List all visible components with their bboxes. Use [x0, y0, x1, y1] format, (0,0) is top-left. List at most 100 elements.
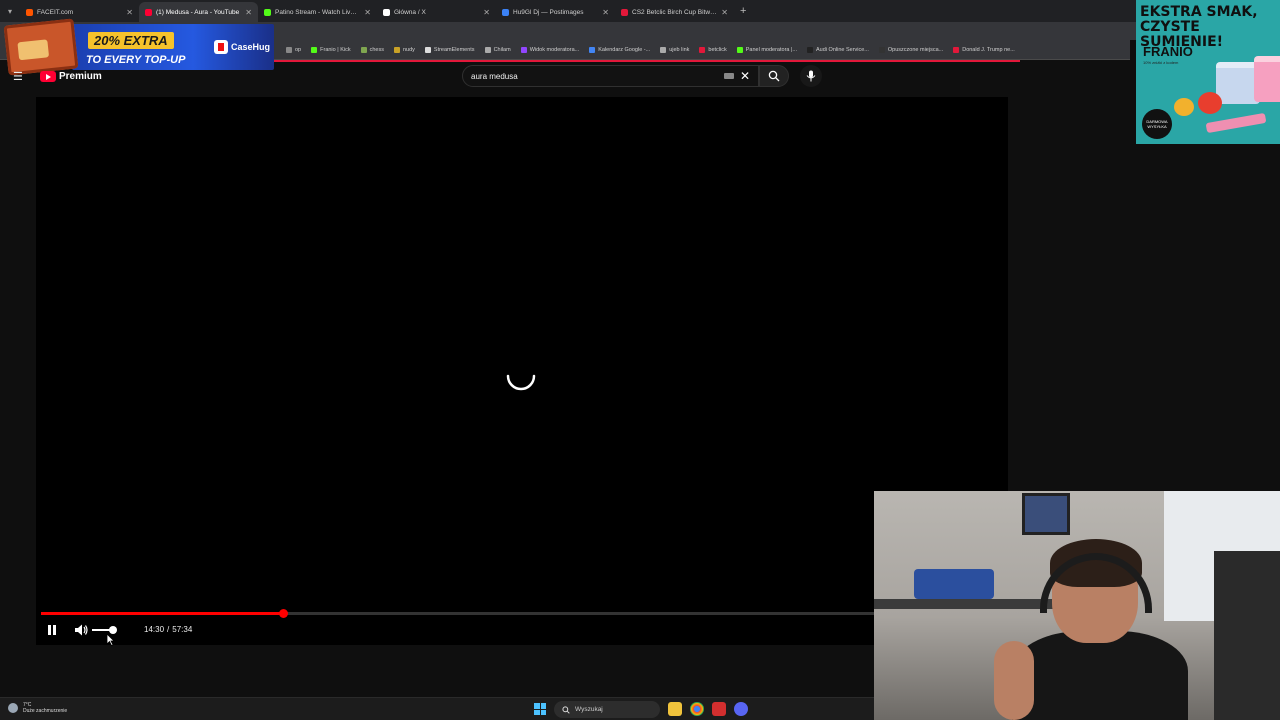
chrome-icon[interactable] [690, 702, 704, 716]
bookmark-favicon-icon [286, 46, 292, 53]
bookmark-item[interactable]: StreamElements [424, 46, 475, 53]
bookmark-item[interactable]: nudy [393, 46, 415, 53]
tab-title: FACEIT.com [37, 8, 74, 16]
tab-close-icon[interactable]: ✕ [364, 8, 371, 17]
bookmark-label: ujeb link [669, 46, 690, 53]
browser-tab[interactable]: FACEIT.com ✕ [20, 2, 139, 22]
clear-search-icon[interactable]: ✕ [740, 69, 750, 83]
fruit-image [1198, 92, 1222, 114]
bookmark-favicon-icon [953, 46, 960, 53]
bookmark-favicon-icon [360, 46, 367, 53]
promo-brand: FRANIO [1143, 44, 1193, 59]
treasure-chest-icon [3, 18, 79, 76]
bookmark-item[interactable]: ujeb link [660, 46, 690, 53]
tab-close-icon[interactable]: ✕ [245, 8, 252, 17]
bookmark-label: StreamElements [433, 46, 475, 53]
app-icon[interactable] [712, 702, 726, 716]
volume-icon [75, 624, 88, 636]
bookmark-label: chess [369, 46, 384, 53]
youtube-logo[interactable]: Premium [40, 71, 102, 82]
bookmark-item[interactable]: Franio | Kick [311, 46, 351, 53]
bookmark-favicon-icon [660, 46, 667, 53]
bookmark-item[interactable]: Widok moderatora... [520, 46, 579, 53]
browser-tab[interactable]: Patino Stream - Watch Live on Kick ✕ [258, 2, 377, 22]
time-display: 14:30 / 57:34 [144, 625, 192, 634]
ad-brand-name: CaseHug [231, 42, 271, 52]
current-time: 14:30 [144, 625, 165, 634]
fruit-image [1174, 98, 1194, 116]
video-progress-bar[interactable] [41, 609, 875, 618]
tab-close-icon[interactable]: ✕ [483, 8, 490, 17]
casehug-ad-overlay[interactable]: 20% EXTRA TO EVERY TOP-UP CaseHug [3, 18, 274, 76]
product-tub-image [1254, 56, 1280, 102]
bookmark-favicon-icon [589, 46, 596, 53]
search-icon [562, 705, 570, 714]
free-shipping-badge: DARMOWA WYSYŁKA [1142, 109, 1172, 139]
bookmark-item[interactable]: Donald J. Trump ne... [953, 46, 1015, 53]
franio-promo-ad[interactable]: EKSTRA SMAK, CZYSTE SUMIENIE! FRANIO 10%… [1136, 0, 1280, 144]
toy-bus-model [914, 569, 994, 599]
tab-favicon-icon [264, 8, 271, 16]
voice-search-button[interactable] [800, 65, 822, 87]
search-button[interactable] [759, 65, 789, 87]
mute-button[interactable] [73, 622, 89, 638]
mouse-cursor-icon [106, 633, 115, 646]
bookmark-item[interactable]: Opuszczone miejsca... [878, 46, 943, 53]
gaming-chair [1214, 551, 1280, 720]
taskbar-search-box[interactable]: Wyszukaj [554, 701, 660, 718]
youtube-play-icon [40, 71, 56, 82]
bookmark-item[interactable]: Kalendarz Google -... [589, 46, 650, 53]
bookmark-label: betclick [708, 46, 727, 53]
search-input[interactable]: aura medusa [471, 72, 724, 81]
weather-desc: Duże zachmurzenie [23, 708, 68, 714]
tab-title: (1) Medusa - Aura - YouTube [156, 8, 240, 16]
bookmark-label: Chilam [493, 46, 511, 53]
browser-tab[interactable]: Hu9Gl Dj — Postimages ✕ [496, 2, 615, 22]
tab-close-icon[interactable]: ✕ [721, 8, 728, 17]
page-loading-bar [270, 60, 1020, 62]
webcam-overlay [874, 491, 1280, 720]
bookmark-item[interactable]: Panel moderatora |... [736, 46, 797, 53]
hamburger-menu-icon[interactable]: ☰ [13, 70, 23, 83]
bookmark-label: nudy [402, 46, 415, 53]
bookmark-item[interactable]: Chilam [484, 46, 511, 53]
keyboard-icon[interactable] [723, 73, 734, 79]
duration: 57:34 [172, 625, 193, 634]
tab-search-chevron-icon[interactable]: ▾ [0, 0, 20, 22]
file-explorer-icon[interactable] [668, 702, 682, 716]
new-tab-button[interactable]: + [740, 5, 746, 17]
browser-tab[interactable]: (1) Medusa - Aura - YouTube ✕ [139, 2, 258, 22]
bookmark-item[interactable]: chess [360, 46, 384, 53]
bookmark-item[interactable]: betclick [699, 46, 727, 53]
weather-widget[interactable]: 7°C Duże zachmurzenie [8, 702, 67, 714]
bookmark-favicon-icon [736, 46, 743, 53]
windows-start-icon[interactable] [534, 703, 546, 715]
bookmark-favicon-icon [393, 46, 400, 53]
bookmark-label: op [295, 46, 302, 53]
tab-close-icon[interactable]: ✕ [126, 8, 133, 17]
room-shelf [874, 599, 1064, 609]
play-pause-button[interactable] [44, 622, 60, 638]
streamer-body [1012, 631, 1188, 720]
bookmark-label: Franio | Kick [320, 46, 351, 53]
bookmark-favicon-icon [311, 46, 318, 53]
youtube-logo-text: Premium [59, 71, 102, 82]
bookmark-favicon-icon [424, 46, 431, 53]
weather-text: 7°C Duże zachmurzenie [23, 702, 67, 714]
tab-close-icon[interactable]: ✕ [602, 8, 609, 17]
tabs-container: FACEIT.com ✕ (1) Medusa - Aura - YouTube ✕ P… [20, 0, 734, 22]
discord-icon[interactable] [734, 702, 748, 716]
browser-tab[interactable]: CS2 Betclic Birch Cup Bitwa Str... ✕ [615, 2, 734, 22]
pause-icon [48, 625, 56, 635]
taskbar-search-placeholder: Wyszukaj [575, 706, 603, 713]
progress-scrubber-handle[interactable] [278, 609, 288, 618]
search-box[interactable]: aura medusa ✕ [462, 65, 759, 87]
bookmark-item[interactable]: Audi Online Service... [807, 46, 869, 53]
bookmark-item[interactable]: op [286, 46, 302, 53]
bookmark-favicon-icon [807, 46, 813, 53]
casehug-logo-icon [214, 40, 228, 54]
promo-subline: 10% zniżki z kodem [1143, 60, 1179, 65]
browser-tab[interactable]: Główna / X ✕ [377, 2, 496, 22]
time-separator: / [167, 625, 170, 634]
browser-tab-strip: ▾ FACEIT.com ✕ (1) Medusa - Aura - YouTube… [0, 0, 1280, 22]
